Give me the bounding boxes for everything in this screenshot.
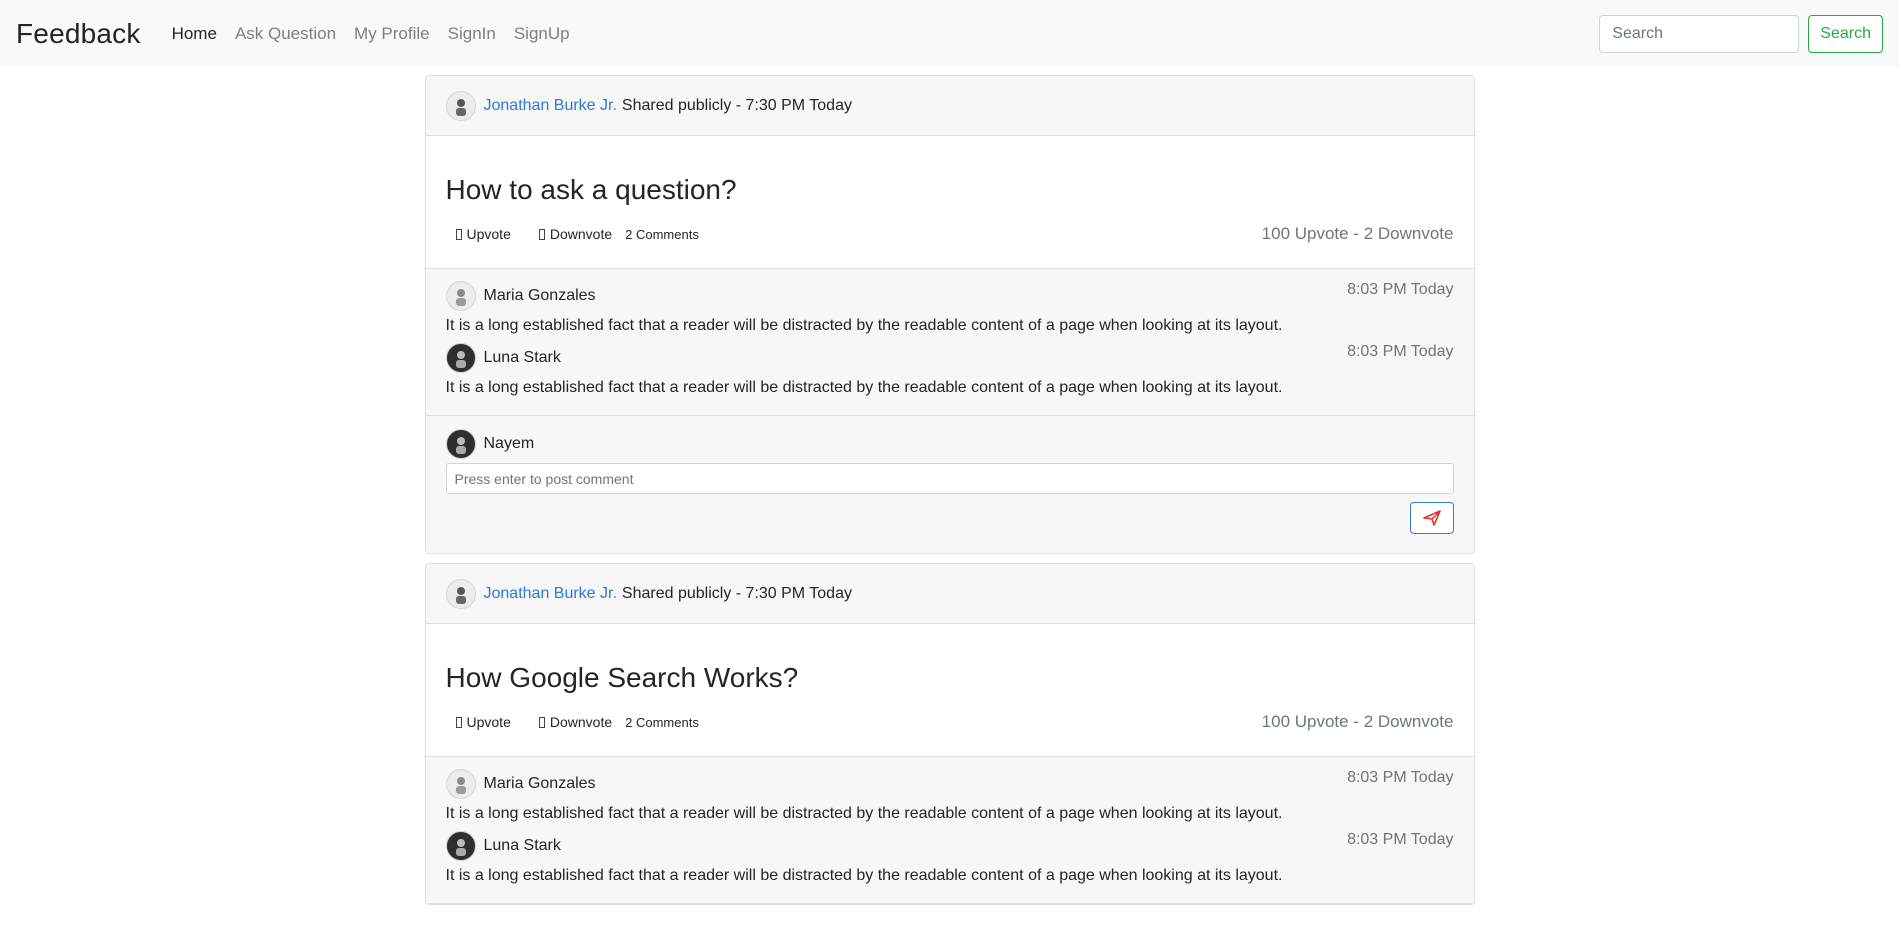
send-row: [446, 502, 1454, 534]
comment-item: Luna Stark 8:03 PM Today It is a long es…: [445, 343, 1454, 397]
nav-home[interactable]: Home: [172, 24, 217, 44]
question-title: How Google Search Works?: [445, 662, 799, 693]
author-link[interactable]: Jonathan Burke Jr.: [484, 585, 617, 603]
search-button[interactable]: Search: [1808, 14, 1883, 53]
commenter-avatar: [445, 769, 476, 799]
current-user-name: Nayem: [483, 435, 535, 452]
downvote-button[interactable]: Downvote: [529, 226, 618, 242]
thumbs-down-icon: [538, 228, 545, 240]
question-actions-row: Upvote Downvote 2 Comments 100 Upvote - …: [446, 712, 1454, 732]
question-actions: Upvote Downvote 2 Comments: [446, 714, 699, 730]
comment-user: Luna Stark: [445, 831, 561, 861]
comment-item: Luna Stark 8:03 PM Today It is a long es…: [445, 831, 1454, 885]
person-icon: [455, 437, 466, 454]
downvote-button[interactable]: Downvote: [529, 714, 618, 730]
send-comment-button[interactable]: [1409, 502, 1454, 534]
person-icon: [455, 839, 466, 856]
person-icon: [455, 586, 466, 604]
comments-count-link[interactable]: 2 Comments: [625, 715, 699, 730]
upvote-label: Upvote: [466, 226, 511, 242]
person-icon: [455, 351, 466, 368]
question-body: How Google Search Works? Upvote Downvote…: [425, 624, 1474, 757]
comment-list: Maria Gonzales 8:03 PM Today It is a lon…: [425, 757, 1474, 904]
comment-head: Luna Stark 8:03 PM Today: [445, 343, 1454, 373]
person-icon: [455, 289, 466, 306]
nav-signup[interactable]: SignUp: [514, 24, 570, 44]
author-avatar: [445, 578, 476, 609]
comment-head: Maria Gonzales 8:03 PM Today: [445, 281, 1454, 311]
comments-count-link[interactable]: 2 Comments: [625, 227, 699, 242]
upvote-button[interactable]: Upvote: [446, 226, 517, 242]
comment-compose: Nayem: [425, 416, 1474, 553]
comment-user: Luna Stark: [445, 343, 561, 373]
comment-text: It is a long established fact that a rea…: [445, 867, 1283, 884]
comment-time: 8:03 PM Today: [1347, 343, 1454, 360]
thumbs-up-icon: [455, 716, 462, 728]
commenter-avatar: [445, 831, 476, 861]
comment-input[interactable]: [445, 463, 1454, 494]
nav-signin[interactable]: SignIn: [448, 24, 496, 44]
shared-meta: Shared publicly - 7:30 PM Today: [621, 96, 852, 114]
compose-user: Nayem: [445, 429, 1454, 459]
question-body: How to ask a question? Upvote Downvote 2…: [425, 136, 1474, 269]
nav-my-profile[interactable]: My Profile: [354, 24, 430, 44]
question-header: Jonathan Burke Jr. Shared publicly - 7:3…: [425, 564, 1474, 624]
comment-text: It is a long established fact that a rea…: [445, 379, 1283, 396]
comment-text: It is a long established fact that a rea…: [445, 805, 1283, 822]
comment-time: 8:03 PM Today: [1347, 281, 1454, 298]
author-avatar: [445, 90, 476, 121]
question-card: Jonathan Burke Jr. Shared publicly - 7:3…: [424, 563, 1475, 905]
feed: Jonathan Burke Jr. Shared publicly - 7:3…: [424, 75, 1475, 905]
commenter-avatar: [445, 281, 476, 311]
search-input[interactable]: [1599, 14, 1800, 53]
comment-item: Maria Gonzales 8:03 PM Today It is a lon…: [445, 769, 1454, 823]
thumbs-up-icon: [455, 228, 462, 240]
comment-text: It is a long established fact that a rea…: [445, 317, 1283, 334]
person-icon: [455, 777, 466, 794]
comment-list: Maria Gonzales 8:03 PM Today It is a lon…: [425, 269, 1474, 416]
question-actions-row: Upvote Downvote 2 Comments 100 Upvote - …: [446, 224, 1454, 244]
comment-user: Maria Gonzales: [445, 769, 596, 799]
commenter-avatar: [445, 343, 476, 373]
upvote-button[interactable]: Upvote: [446, 714, 517, 730]
downvote-label: Downvote: [549, 714, 613, 730]
comment-time: 8:03 PM Today: [1347, 769, 1454, 786]
comment-head: Luna Stark 8:03 PM Today: [445, 831, 1454, 861]
navbar: Feedback Home Ask Question My Profile Si…: [0, 0, 1899, 67]
downvote-label: Downvote: [549, 226, 613, 242]
current-user-avatar: [445, 429, 476, 459]
author-link[interactable]: Jonathan Burke Jr.: [484, 97, 617, 115]
thumbs-down-icon: [538, 716, 545, 728]
question-title: How to ask a question?: [445, 174, 737, 205]
nav-ask-question[interactable]: Ask Question: [235, 24, 336, 44]
upvote-label: Upvote: [466, 714, 511, 730]
question-header: Jonathan Burke Jr. Shared publicly - 7:3…: [425, 76, 1474, 136]
comment-item: Maria Gonzales 8:03 PM Today It is a lon…: [445, 281, 1454, 335]
comment-user: Maria Gonzales: [445, 281, 596, 311]
shared-meta: Shared publicly - 7:30 PM Today: [621, 584, 852, 602]
commenter-name: Luna Stark: [483, 837, 561, 854]
comment-time: 8:03 PM Today: [1347, 831, 1454, 848]
comment-head: Maria Gonzales 8:03 PM Today: [445, 769, 1454, 799]
votes-summary: 100 Upvote - 2 Downvote: [1261, 712, 1454, 731]
commenter-name: Luna Stark: [483, 349, 561, 366]
brand-logo[interactable]: Feedback: [16, 18, 141, 50]
commenter-name: Maria Gonzales: [483, 287, 596, 304]
person-icon: [455, 98, 466, 116]
paper-plane-icon: [1422, 510, 1441, 526]
question-card: Jonathan Burke Jr. Shared publicly - 7:3…: [424, 75, 1475, 554]
question-actions: Upvote Downvote 2 Comments: [446, 226, 699, 242]
votes-summary: 100 Upvote - 2 Downvote: [1261, 224, 1454, 243]
commenter-name: Maria Gonzales: [483, 775, 596, 792]
